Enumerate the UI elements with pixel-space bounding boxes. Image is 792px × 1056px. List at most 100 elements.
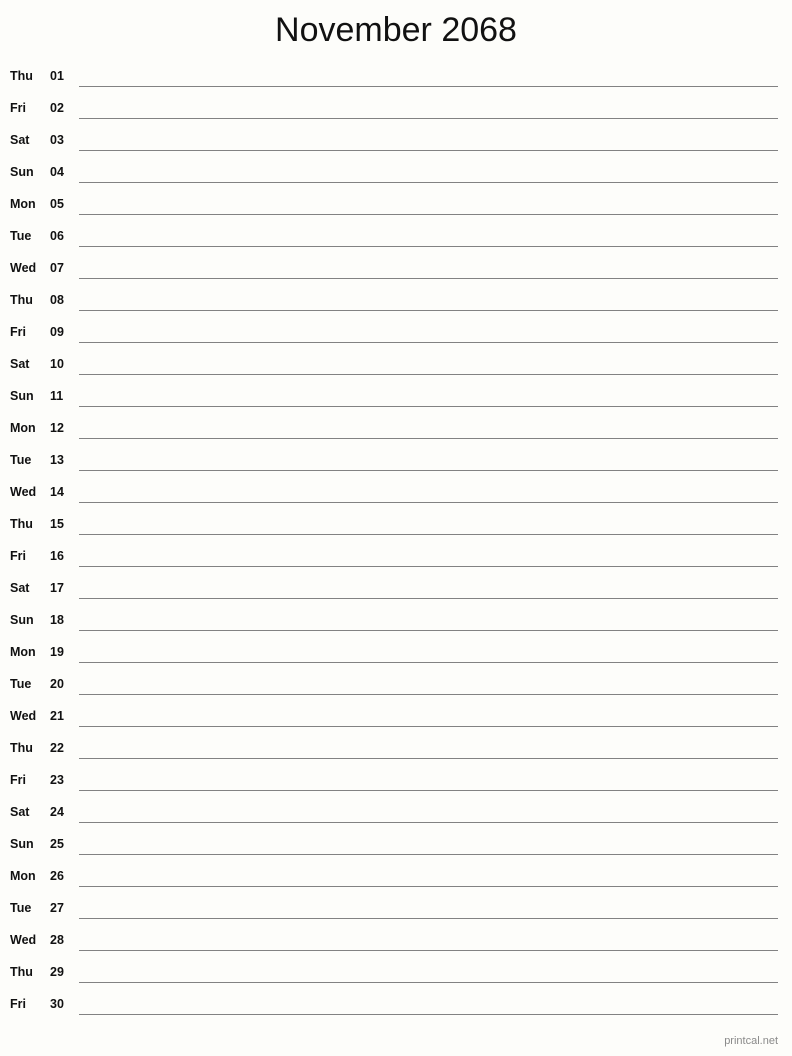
day-number-label: 24 bbox=[50, 805, 64, 819]
day-number-label: 14 bbox=[50, 485, 64, 499]
day-weekday-label: Tue bbox=[10, 901, 32, 915]
day-notes-writing-line[interactable] bbox=[79, 118, 778, 119]
day-row: Fri 09 bbox=[0, 319, 792, 351]
day-weekday-label: Mon bbox=[10, 421, 36, 435]
day-notes-writing-line[interactable] bbox=[79, 566, 778, 567]
day-row: Mon 19 bbox=[0, 639, 792, 671]
day-number-label: 29 bbox=[50, 965, 64, 979]
day-number-label: 08 bbox=[50, 293, 64, 307]
day-weekday-label: Sat bbox=[10, 357, 30, 371]
day-number-label: 21 bbox=[50, 709, 64, 723]
day-row: Mon 12 bbox=[0, 415, 792, 447]
day-number-label: 22 bbox=[50, 741, 64, 755]
day-row: Sat 10 bbox=[0, 351, 792, 383]
day-notes-writing-line[interactable] bbox=[79, 182, 778, 183]
day-notes-writing-line[interactable] bbox=[79, 982, 778, 983]
day-row: Tue 13 bbox=[0, 447, 792, 479]
day-row: Tue 06 bbox=[0, 223, 792, 255]
day-notes-writing-line[interactable] bbox=[79, 438, 778, 439]
day-notes-writing-line[interactable] bbox=[79, 150, 778, 151]
day-notes-writing-line[interactable] bbox=[79, 854, 778, 855]
day-notes-writing-line[interactable] bbox=[79, 86, 778, 87]
day-row: Sun 25 bbox=[0, 831, 792, 863]
day-notes-writing-line[interactable] bbox=[79, 950, 778, 951]
day-row: Tue 20 bbox=[0, 671, 792, 703]
day-number-label: 05 bbox=[50, 197, 64, 211]
day-weekday-label: Sat bbox=[10, 581, 30, 595]
day-number-label: 11 bbox=[50, 389, 64, 403]
day-weekday-label: Fri bbox=[10, 549, 26, 563]
day-number-label: 06 bbox=[50, 229, 64, 243]
day-notes-writing-line[interactable] bbox=[79, 918, 778, 919]
day-number-label: 17 bbox=[50, 581, 64, 595]
day-row: Tue 27 bbox=[0, 895, 792, 927]
day-notes-writing-line[interactable] bbox=[79, 694, 778, 695]
day-number-label: 18 bbox=[50, 613, 64, 627]
calendar-page: November 2068 Thu 01 Fri 02 Sat 03 Sun 04 Mon 05 T… bbox=[0, 0, 792, 1056]
day-number-label: 13 bbox=[50, 453, 64, 467]
day-row: Thu 01 bbox=[0, 63, 792, 95]
day-weekday-label: Tue bbox=[10, 677, 32, 691]
day-weekday-label: Thu bbox=[10, 69, 33, 83]
day-number-label: 04 bbox=[50, 165, 64, 179]
day-weekday-label: Tue bbox=[10, 229, 32, 243]
day-number-label: 01 bbox=[50, 69, 64, 83]
day-notes-writing-line[interactable] bbox=[79, 1014, 778, 1015]
day-weekday-label: Thu bbox=[10, 517, 33, 531]
day-row: Wed 07 bbox=[0, 255, 792, 287]
day-notes-writing-line[interactable] bbox=[79, 822, 778, 823]
day-weekday-label: Thu bbox=[10, 293, 33, 307]
day-number-label: 23 bbox=[50, 773, 64, 787]
day-notes-writing-line[interactable] bbox=[79, 406, 778, 407]
day-number-label: 12 bbox=[50, 421, 64, 435]
day-weekday-label: Mon bbox=[10, 645, 36, 659]
day-row: Sun 11 bbox=[0, 383, 792, 415]
day-row: Sat 24 bbox=[0, 799, 792, 831]
day-number-label: 15 bbox=[50, 517, 64, 531]
day-number-label: 07 bbox=[50, 261, 64, 275]
day-notes-writing-line[interactable] bbox=[79, 790, 778, 791]
day-weekday-label: Wed bbox=[10, 261, 37, 275]
day-row: Thu 29 bbox=[0, 959, 792, 991]
day-notes-writing-line[interactable] bbox=[79, 214, 778, 215]
day-notes-writing-line[interactable] bbox=[79, 758, 778, 759]
day-notes-writing-line[interactable] bbox=[79, 310, 778, 311]
day-weekday-label: Wed bbox=[10, 709, 37, 723]
day-weekday-label: Thu bbox=[10, 741, 33, 755]
day-weekday-label: Fri bbox=[10, 773, 26, 787]
day-notes-writing-line[interactable] bbox=[79, 502, 778, 503]
day-row-list: Thu 01 Fri 02 Sat 03 Sun 04 Mon 05 Tue 06 Wed 07 Thu 08… bbox=[0, 63, 792, 1023]
day-notes-writing-line[interactable] bbox=[79, 726, 778, 727]
day-notes-writing-line[interactable] bbox=[79, 342, 778, 343]
day-weekday-label: Sat bbox=[10, 133, 30, 147]
day-weekday-label: Sat bbox=[10, 805, 30, 819]
day-weekday-label: Wed bbox=[10, 485, 37, 499]
day-row: Thu 22 bbox=[0, 735, 792, 767]
day-row: Thu 15 bbox=[0, 511, 792, 543]
day-number-label: 09 bbox=[50, 325, 64, 339]
day-number-label: 19 bbox=[50, 645, 64, 659]
day-number-label: 27 bbox=[50, 901, 64, 915]
day-notes-writing-line[interactable] bbox=[79, 598, 778, 599]
day-notes-writing-line[interactable] bbox=[79, 374, 778, 375]
day-notes-writing-line[interactable] bbox=[79, 662, 778, 663]
day-notes-writing-line[interactable] bbox=[79, 886, 778, 887]
day-number-label: 25 bbox=[50, 837, 64, 851]
day-row: Sun 04 bbox=[0, 159, 792, 191]
day-notes-writing-line[interactable] bbox=[79, 534, 778, 535]
day-weekday-label: Thu bbox=[10, 965, 33, 979]
day-notes-writing-line[interactable] bbox=[79, 470, 778, 471]
day-number-label: 26 bbox=[50, 869, 64, 883]
day-number-label: 03 bbox=[50, 133, 64, 147]
day-row: Sat 17 bbox=[0, 575, 792, 607]
day-number-label: 20 bbox=[50, 677, 64, 691]
day-number-label: 28 bbox=[50, 933, 64, 947]
day-notes-writing-line[interactable] bbox=[79, 246, 778, 247]
day-row: Wed 21 bbox=[0, 703, 792, 735]
day-notes-writing-line[interactable] bbox=[79, 278, 778, 279]
day-row: Mon 05 bbox=[0, 191, 792, 223]
day-row: Mon 26 bbox=[0, 863, 792, 895]
day-number-label: 02 bbox=[50, 101, 64, 115]
day-notes-writing-line[interactable] bbox=[79, 630, 778, 631]
day-weekday-label: Fri bbox=[10, 325, 26, 339]
